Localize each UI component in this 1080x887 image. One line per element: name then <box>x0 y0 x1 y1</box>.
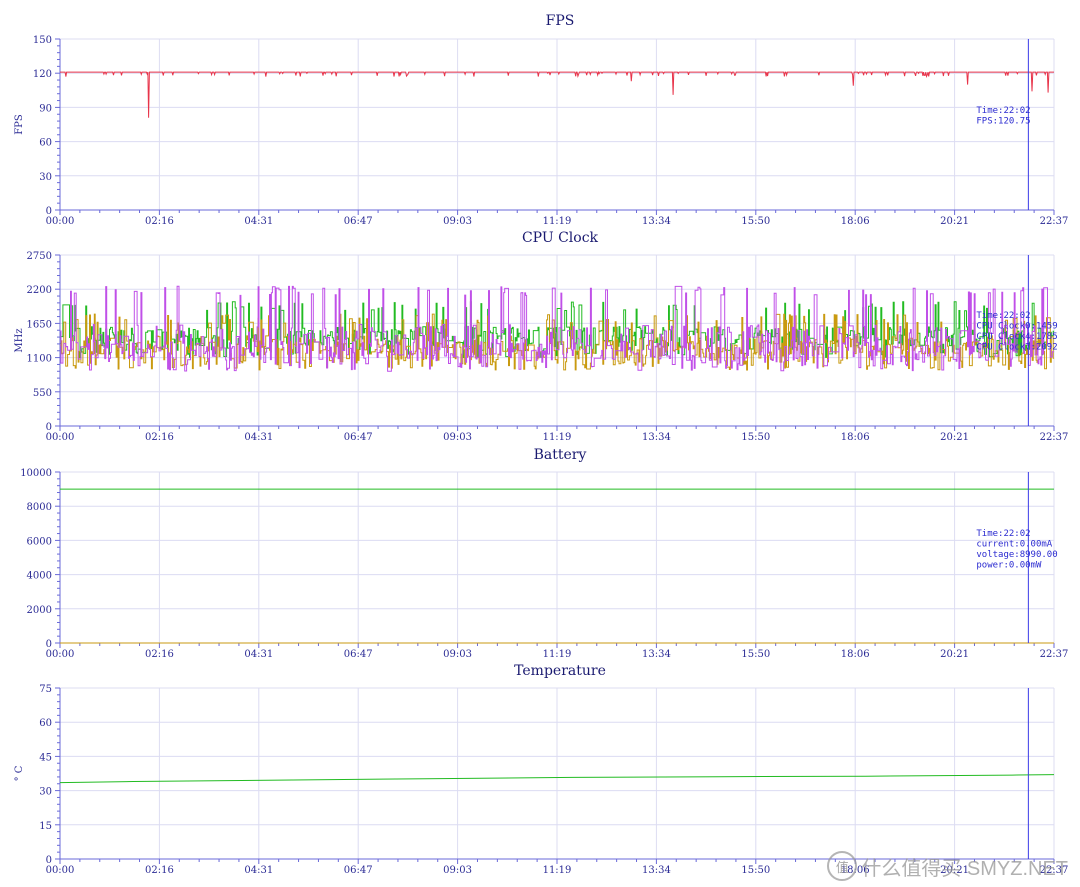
x-tick-label: 02:16 <box>145 649 174 660</box>
x-tick-label: 18:06 <box>841 216 870 227</box>
x-tick-label: 02:16 <box>145 432 174 443</box>
x-tick-label: 09:03 <box>443 216 472 227</box>
x-tick-label: 18:06 <box>841 432 870 443</box>
y-tick-label: 75 <box>39 684 52 695</box>
x-tick-label: 04:31 <box>244 432 273 443</box>
x-tick-label: 13:34 <box>642 649 671 660</box>
x-tick-label: 04:31 <box>244 649 273 660</box>
cursor-annotation: FPS:120.75 <box>976 117 1030 127</box>
y-tick-label: 1100 <box>27 354 52 365</box>
cursor-annotation: voltage:8990.00 <box>976 550 1057 560</box>
x-tick-label: 09:03 <box>443 432 472 443</box>
x-tick-label: 04:31 <box>244 865 273 876</box>
x-tick-label: 15:50 <box>741 649 770 660</box>
cursor-annotation: power:0.00mW <box>976 561 1042 571</box>
x-tick-label: 00:00 <box>46 432 75 443</box>
y-tick-label: 0 <box>46 206 52 217</box>
y-tick-label: 15 <box>39 821 52 832</box>
x-tick-label: 04:31 <box>244 216 273 227</box>
y-tick-label: 0 <box>46 422 52 433</box>
cursor-annotation: CPU Clock0:1459 <box>976 322 1057 332</box>
y-tick-label: 90 <box>39 103 52 114</box>
x-tick-label: 02:16 <box>145 865 174 876</box>
cursor-annotation: Time:22:02 <box>976 106 1030 116</box>
chart-title: CPU Clock <box>522 230 599 246</box>
chart-panel-battery: Battery 00:00 02:16 04:31 06:47 09:03 11:19 13:… <box>20 447 1068 660</box>
y-axis-label: FPS <box>14 114 25 135</box>
y-tick-label: 45 <box>39 752 52 763</box>
cursor-annotation: Time:22:02 <box>976 529 1030 539</box>
x-tick-label: 22:37 <box>1040 216 1069 227</box>
x-tick-label: 06:47 <box>344 649 373 660</box>
y-tick-label: 0 <box>46 639 52 650</box>
x-tick-label: 11:19 <box>543 432 572 443</box>
y-tick-label: 10000 <box>20 468 52 479</box>
x-tick-label: 15:50 <box>741 865 770 876</box>
x-tick-label: 13:34 <box>642 865 671 876</box>
x-tick-label: 11:19 <box>543 216 572 227</box>
y-tick-label: 150 <box>33 35 52 46</box>
watermark: 值 什么值得买 SMYZ.NET <box>827 851 1068 881</box>
performance-charts: FPS 00:00 02:16 04:31 06:47 09:03 11:19 13:34 15… <box>14 13 1068 876</box>
x-tick-label: 18:06 <box>841 649 870 660</box>
y-tick-label: 6000 <box>27 536 52 547</box>
y-tick-label: 1650 <box>27 319 52 330</box>
y-tick-label: 60 <box>39 718 52 729</box>
y-tick-label: 60 <box>39 138 52 149</box>
x-tick-label: 06:47 <box>344 432 373 443</box>
x-tick-label: 09:03 <box>443 649 472 660</box>
x-tick-label: 02:16 <box>145 216 174 227</box>
x-tick-label: 00:00 <box>46 865 75 876</box>
x-tick-label: 22:37 <box>1040 649 1069 660</box>
y-tick-label: 0 <box>46 855 52 866</box>
x-tick-label: 06:47 <box>344 865 373 876</box>
x-tick-label: 00:00 <box>46 649 75 660</box>
y-tick-label: 2000 <box>27 605 52 616</box>
x-tick-label: 15:50 <box>741 216 770 227</box>
x-tick-label: 22:37 <box>1040 432 1069 443</box>
x-tick-label: 06:47 <box>344 216 373 227</box>
chart-title: Temperature <box>514 663 606 679</box>
y-tick-label: 8000 <box>27 502 52 513</box>
x-tick-label: 00:00 <box>46 216 75 227</box>
cursor-annotation: CPU Clock7:2092 <box>976 343 1057 353</box>
y-tick-label: 550 <box>33 388 52 399</box>
x-tick-label: 20:21 <box>940 649 969 660</box>
x-tick-label: 20:21 <box>940 216 969 227</box>
chart-panel-temperature: Temperature 00:00 02:16 04:31 06:47 09:03 11:1… <box>14 663 1068 876</box>
x-tick-label: 15:50 <box>741 432 770 443</box>
x-tick-label: 13:34 <box>642 216 671 227</box>
x-tick-label: 11:19 <box>543 649 572 660</box>
cursor-annotation: Time:22:02 <box>976 311 1030 321</box>
y-tick-label: 30 <box>39 172 52 183</box>
watermark-text: 什么值得买 SMYZ.NET <box>861 857 1068 880</box>
y-tick-label: 2200 <box>27 285 52 296</box>
chart-title: FPS <box>546 13 575 29</box>
x-tick-label: 11:19 <box>543 865 572 876</box>
chart-title: Battery <box>534 447 587 463</box>
x-tick-label: 09:03 <box>443 865 472 876</box>
cursor-annotation: CPU Clock4:1785 <box>976 332 1057 342</box>
y-tick-label: 2750 <box>27 251 52 262</box>
y-axis-label: MHz <box>14 328 25 352</box>
chart-panel-cpu-clock: CPU Clock 00:00 02:16 04:31 06:47 09:03 11:19 1… <box>14 230 1068 443</box>
y-tick-label: 30 <box>39 787 52 798</box>
watermark-logo-icon: 值 <box>827 851 858 881</box>
x-tick-label: 20:21 <box>940 432 969 443</box>
y-axis-label: ° C <box>14 765 25 781</box>
chart-panel-fps: FPS 00:00 02:16 04:31 06:47 09:03 11:19 13:34 15… <box>14 13 1068 227</box>
y-tick-label: 4000 <box>27 571 52 582</box>
x-tick-label: 13:34 <box>642 432 671 443</box>
y-tick-label: 120 <box>33 69 52 80</box>
cursor-annotation: current:0.00mA <box>976 540 1052 550</box>
